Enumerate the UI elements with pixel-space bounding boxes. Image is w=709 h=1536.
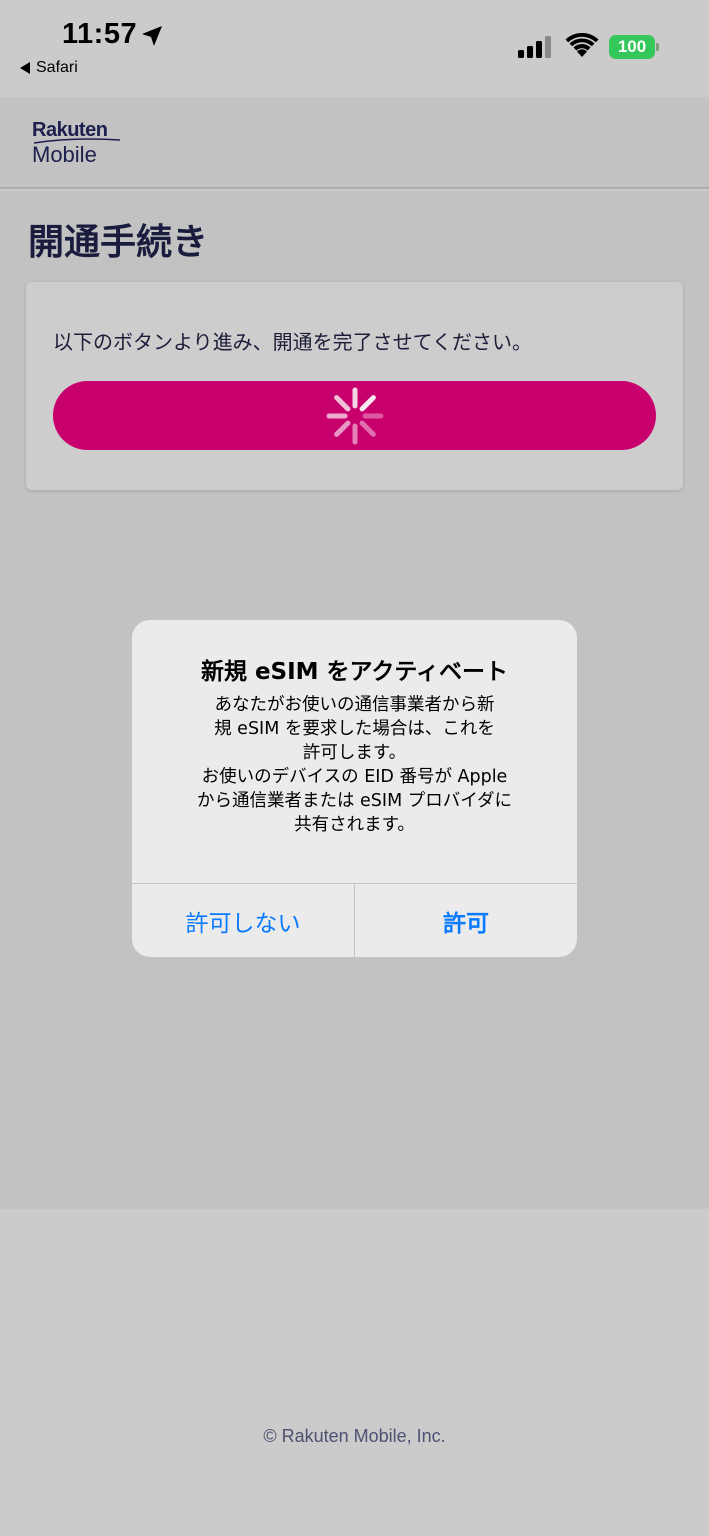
- alert-message-line: あなたがお使いの通信事業者から新: [214, 695, 495, 715]
- alert-message-line: お使いのデバイスの EID 番号が Apple: [201, 767, 508, 787]
- battery-indicator: 100: [609, 35, 659, 59]
- alert-message-line: から通信業者または eSIM プロバイダに: [196, 791, 513, 811]
- battery-tip-icon: [656, 43, 659, 51]
- logo-bottom-text: Mobile: [32, 142, 97, 167]
- deny-button[interactable]: 許可しない: [132, 884, 355, 957]
- back-app-label: Safari: [36, 59, 78, 76]
- footer: © Rakuten Mobile, Inc.: [0, 1209, 709, 1536]
- alert-message-line: 許可します。: [302, 743, 407, 763]
- logo-swoosh-icon: [33, 138, 121, 144]
- back-triangle-icon: [20, 62, 30, 74]
- wifi-icon: [565, 33, 599, 57]
- alert-message-line: 規 eSIM を要求した場合は、これを: [214, 719, 495, 739]
- status-bar: 11:57 Safari 100: [0, 0, 709, 97]
- cellular-signal-icon: [518, 36, 551, 58]
- location-arrow-icon: [142, 26, 162, 46]
- alert-button-row: 許可しない 許可: [132, 883, 577, 957]
- activation-card: 以下のボタンより進み、開通を完了させてください。: [26, 282, 683, 490]
- allow-button[interactable]: 許可: [355, 884, 577, 957]
- site-header: Rakuten Mobile: [0, 97, 709, 189]
- alert-title: 新規 eSIM をアクティベート: [200, 659, 509, 685]
- rakuten-mobile-logo[interactable]: Rakuten Mobile: [32, 119, 121, 167]
- proceed-activation-button[interactable]: [53, 381, 656, 450]
- activate-esim-alert: 新規 eSIM をアクティベート あなたがお使いの通信事業者から新 規 eSIM…: [132, 620, 577, 957]
- loading-spinner-icon: [326, 387, 383, 444]
- alert-message: あなたがお使いの通信事業者から新 規 eSIM を要求した場合は、これを 許可し…: [162, 693, 547, 837]
- status-time: 11:57: [62, 18, 138, 50]
- copyright-text: © Rakuten Mobile, Inc.: [263, 1426, 446, 1446]
- battery-level: 100: [609, 35, 655, 59]
- page-title: 開通手続き: [28, 222, 209, 263]
- back-to-app-link[interactable]: Safari: [20, 59, 78, 77]
- alert-message-line: 共有されます。: [294, 815, 415, 835]
- card-instruction-text: 以下のボタンより進み、開通を完了させてください。: [53, 330, 532, 354]
